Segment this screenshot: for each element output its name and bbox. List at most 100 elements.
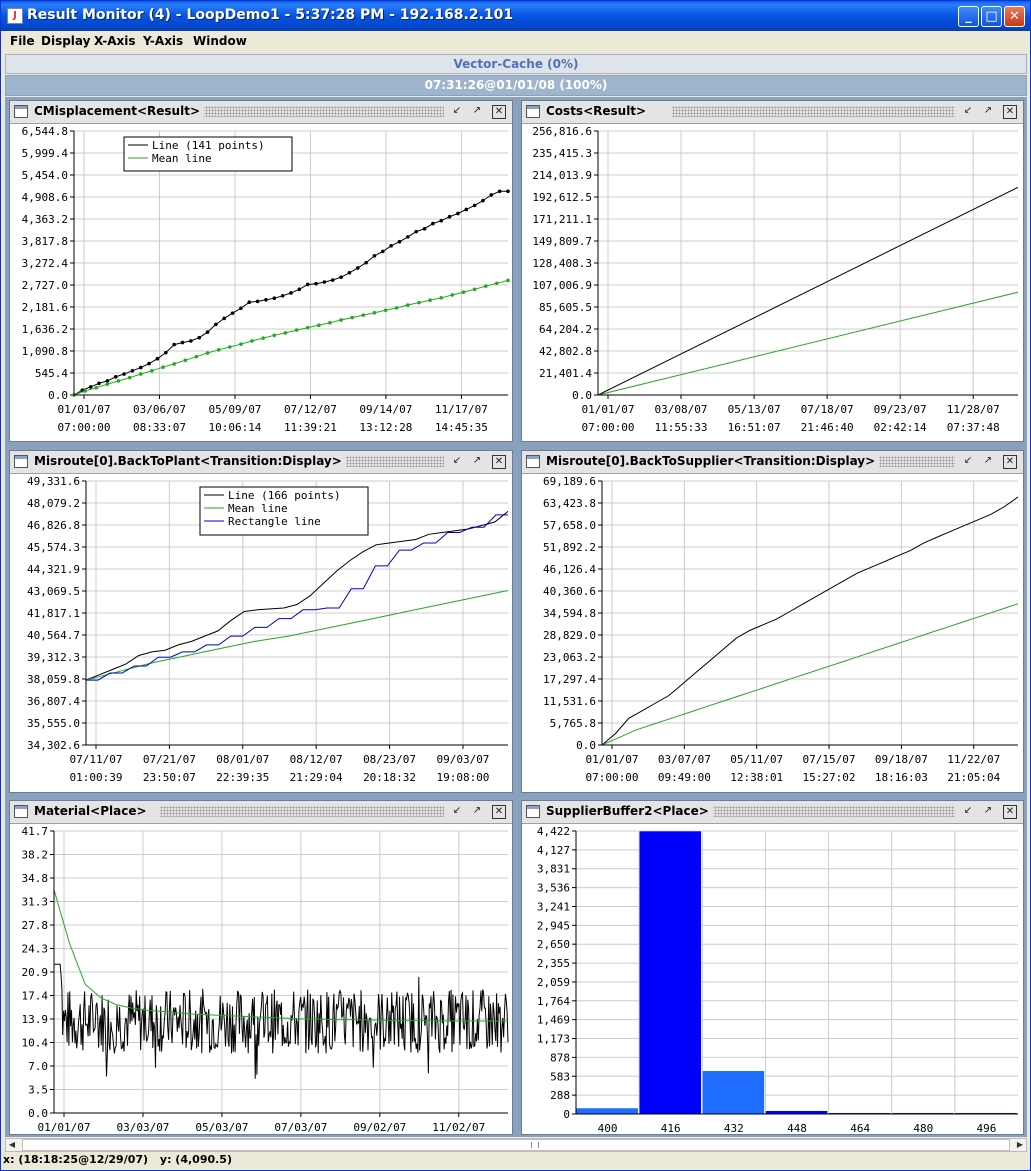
data-point: [406, 303, 410, 307]
chart-panel[interactable]: Material<Place> ↙ ↗ ✕ 41.7 38.2 34.8 31.3 27.8 24…: [9, 800, 513, 1135]
maximize-icon[interactable]: ↗: [470, 455, 484, 469]
y-tick-label: 28,829.0: [543, 629, 596, 642]
data-point: [297, 287, 302, 292]
close-icon[interactable]: ✕: [1003, 805, 1017, 819]
x-tick-label: 432: [724, 1122, 744, 1134]
y-tick-label: 44,321.9: [27, 563, 80, 576]
drag-grip[interactable]: [672, 806, 955, 817]
window-icon: [14, 455, 28, 468]
x-tick-label: 05/03/07: [195, 1121, 248, 1134]
scroll-right-icon[interactable]: ▶: [1014, 1139, 1026, 1151]
y-tick-label: 214,013.9: [532, 169, 592, 182]
data-point: [464, 207, 469, 212]
drag-grip[interactable]: [672, 106, 955, 117]
menu-y-axis[interactable]: Y-Axis: [143, 34, 183, 48]
panel-header[interactable]: CMisplacement<Result> ↙ ↗ ✕: [10, 101, 512, 124]
minimize-icon[interactable]: ↙: [450, 805, 464, 819]
minimize-button[interactable]: _: [958, 6, 979, 27]
minimize-icon[interactable]: ↙: [961, 105, 975, 119]
chart-panel[interactable]: CMisplacement<Result> ↙ ↗ ✕ 6,544.8 5,999.4 5,…: [9, 100, 513, 442]
y-tick-label: 3,241: [537, 900, 570, 913]
x-tick-label: 20:18:32: [363, 771, 416, 784]
panel-header[interactable]: Costs<Result> ↙ ↗ ✕: [522, 101, 1023, 124]
x-tick-label: 21:05:04: [947, 771, 1000, 784]
data-point: [372, 254, 377, 258]
scroll-left-icon[interactable]: ◀: [6, 1139, 18, 1151]
close-icon[interactable]: ✕: [1003, 105, 1017, 119]
minimize-icon[interactable]: ↙: [961, 455, 975, 469]
x-tick-label: 11/02/07: [432, 1121, 485, 1134]
x-tick-label: 09/02/07: [353, 1121, 406, 1134]
panel-header[interactable]: Material<Place> ↙ ↗ ✕: [10, 801, 512, 824]
x-tick-label: 16:51:07: [728, 421, 781, 434]
maximize-button[interactable]: □: [981, 6, 1002, 27]
x-tick-label: 19:08:00: [436, 771, 489, 784]
menu-file[interactable]: File: [10, 34, 35, 48]
java-icon: J: [7, 8, 23, 24]
x-tick-label: 07/12/07: [284, 403, 337, 416]
maximize-icon[interactable]: ↗: [981, 105, 995, 119]
maximize-icon[interactable]: ↗: [981, 455, 995, 469]
chart-svg: 256,816.6 235,415.3 214,013.9 192,612.5 171,…: [532, 125, 1019, 434]
panel-header[interactable]: Misroute[0].BackToPlant<Transition:Displ…: [10, 451, 512, 474]
y-tick-label: 69,189.6: [543, 475, 596, 488]
y-tick-label: 38,059.8: [27, 673, 80, 686]
x-tick-label: 07:00:00: [586, 771, 639, 784]
y-tick-label: 2,355: [537, 957, 570, 970]
chart-panel[interactable]: Misroute[0].BackToSupplier<Transition:Di…: [521, 450, 1024, 793]
close-icon[interactable]: ✕: [1003, 455, 1017, 469]
y-tick-label: 5,999.4: [22, 147, 69, 160]
data-point: [361, 313, 366, 317]
chart-panel[interactable]: Misroute[0].BackToPlant<Transition:Displ…: [9, 450, 513, 793]
y-tick-label: 1,636.2: [22, 323, 68, 336]
window-icon: [526, 805, 540, 818]
x-tick-label: 13:12:28: [359, 421, 412, 434]
panel-header[interactable]: Misroute[0].BackToSupplier<Transition:Di…: [522, 451, 1023, 474]
maximize-icon[interactable]: ↗: [470, 805, 484, 819]
data-point: [489, 193, 494, 197]
close-button[interactable]: ✕: [1004, 6, 1025, 27]
y-tick-label: 171,211.1: [532, 213, 592, 226]
close-icon[interactable]: ✕: [492, 805, 506, 819]
scroll-thumb[interactable]: [22, 1139, 1010, 1151]
drag-grip[interactable]: [160, 806, 444, 817]
panel-header[interactable]: SupplierBuffer2<Place> ↙ ↗ ✕: [522, 801, 1023, 824]
menu-display[interactable]: Display: [41, 34, 90, 48]
minimize-icon[interactable]: ↙: [961, 805, 975, 819]
data-point: [227, 345, 232, 349]
data-point: [339, 275, 343, 280]
minimize-icon[interactable]: ↙: [450, 455, 464, 469]
menu-x-axis[interactable]: X-Axis: [94, 34, 136, 48]
data-point: [414, 229, 418, 234]
data-point: [261, 336, 265, 340]
x-tick-label: 07:37:48: [947, 421, 1000, 434]
minimize-icon[interactable]: ↙: [450, 105, 464, 119]
x-tick-label: 07/15/07: [803, 753, 856, 766]
legend-label: Mean line: [152, 152, 212, 165]
x-tick-label: 01/01/07: [58, 403, 111, 416]
horizontal-scrollbar[interactable]: ◀ ▶: [5, 1138, 1027, 1152]
data-point: [394, 306, 399, 310]
y-tick-label: 40,564.7: [27, 629, 80, 642]
data-point: [94, 385, 99, 390]
maximize-icon[interactable]: ↗: [470, 105, 484, 119]
maximize-icon[interactable]: ↗: [981, 805, 995, 819]
series-line: [601, 496, 1019, 746]
data-point: [205, 351, 210, 355]
close-icon[interactable]: ✕: [492, 105, 506, 119]
chart-panel[interactable]: Costs<Result> ↙ ↗ ✕ 256,816.6 235,415.3 214,01…: [521, 100, 1024, 442]
title-bar[interactable]: J Result Monitor (4) - LoopDemo1 - 5:37:…: [1, 1, 1030, 31]
close-icon[interactable]: ✕: [492, 455, 506, 469]
y-tick-label: 2,059: [537, 976, 570, 989]
y-tick-label: 1,090.8: [22, 345, 68, 358]
y-tick-label: 41.7: [22, 825, 49, 838]
menu-window[interactable]: Window: [193, 34, 247, 48]
y-tick-label: 288: [550, 1089, 570, 1102]
x-tick-label: 08/23/07: [363, 753, 416, 766]
x-tick-label: 03/03/07: [116, 1121, 169, 1134]
data-point: [422, 227, 427, 231]
x-tick-label: 07/11/07: [70, 753, 123, 766]
chart-panel[interactable]: SupplierBuffer2<Place> ↙ ↗ ✕ 4,422 4,127 3,831…: [521, 800, 1024, 1135]
x-tick-label: 18:16:03: [875, 771, 928, 784]
y-tick-label: 5,454.0: [22, 169, 68, 182]
